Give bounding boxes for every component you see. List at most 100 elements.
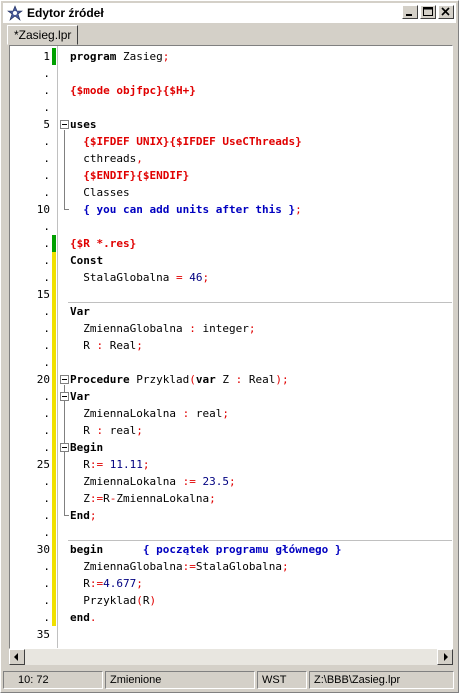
minimize-button[interactable] — [402, 5, 418, 19]
horizontal-scrollbar[interactable] — [9, 649, 453, 665]
unsaved-change-marker — [52, 507, 56, 524]
arrow-left-icon — [14, 653, 18, 661]
code-line[interactable]: Const — [70, 252, 103, 269]
scroll-right-button[interactable] — [437, 649, 453, 665]
code-line[interactable]: { you can add units after this }; — [70, 201, 302, 218]
status-bar: 10: 72 Zmienione WST Z:\BBB\Zasieg.lpr — [3, 671, 456, 691]
close-icon — [441, 7, 450, 16]
line-number: . — [43, 594, 50, 607]
tab-zasieg-lpr[interactable]: *Zasieg.lpr — [7, 25, 79, 45]
line-number: . — [43, 220, 50, 233]
line-number: . — [43, 271, 50, 284]
unsaved-change-marker — [52, 354, 56, 371]
unsaved-change-marker — [52, 575, 56, 592]
line-number: . — [43, 509, 50, 522]
code-line[interactable]: Przyklad(R) — [70, 592, 156, 609]
line-number-gutter[interactable]: 1... 5.... 10.... 15.... 20.... 25.... 30.... 3… — [10, 46, 58, 648]
unsaved-change-marker — [52, 490, 56, 507]
close-button[interactable] — [438, 5, 454, 19]
fold-toggle-icon[interactable] — [60, 443, 69, 452]
file-path: Z:\BBB\Zasieg.lpr — [309, 671, 454, 689]
line-number: 15 — [36, 288, 50, 301]
code-line[interactable]: R : real; — [70, 422, 143, 439]
code-line[interactable]: Procedure Przyklad(var Z : Real); — [70, 371, 289, 388]
code-line[interactable]: {$R *.res} — [70, 235, 136, 252]
unsaved-change-marker — [52, 541, 56, 558]
minimize-icon — [406, 14, 412, 16]
code-editor[interactable]: 1... 5.... 10.... 15.... 20.... 25.... 30.... 3… — [9, 45, 453, 649]
scroll-left-button[interactable] — [9, 649, 25, 665]
cursor-position: 10: 72 — [3, 671, 103, 689]
code-line[interactable]: begin { początek programu głównego } — [70, 541, 342, 558]
saved-change-marker — [52, 235, 56, 252]
line-number: . — [43, 356, 50, 369]
tab-strip: *Zasieg.lpr — [3, 23, 456, 45]
line-number: 25 — [36, 458, 50, 471]
line-number: 35 — [36, 628, 50, 641]
code-line[interactable]: Var — [70, 303, 90, 320]
code-line[interactable]: Begin — [70, 439, 103, 456]
line-number: . — [43, 611, 50, 624]
unsaved-change-marker — [52, 456, 56, 473]
fold-range-end — [64, 515, 69, 516]
unsaved-change-marker — [52, 371, 56, 388]
code-line[interactable]: program Zasieg; — [70, 48, 169, 65]
unsaved-change-marker — [52, 558, 56, 575]
line-number: . — [43, 560, 50, 573]
code-line[interactable]: Z:=R-ZmiennaLokalna; — [70, 490, 215, 507]
saved-change-marker — [52, 48, 56, 65]
line-number: . — [43, 407, 50, 420]
unsaved-change-marker — [52, 303, 56, 320]
gutter-separator — [57, 46, 58, 648]
code-line[interactable]: ZmiennaLokalna : real; — [70, 405, 229, 422]
window-title: Edytor źródeł — [27, 6, 104, 20]
fold-range-end — [64, 209, 69, 210]
line-number: . — [43, 101, 50, 114]
code-line[interactable]: {$mode objfpc}{$H+} — [70, 82, 196, 99]
code-line[interactable]: R:= 11.11; — [70, 456, 149, 473]
title-bar[interactable]: Edytor źródeł — [3, 3, 456, 23]
code-line[interactable]: StalaGlobalna = 46; — [70, 269, 209, 286]
line-number: . — [43, 577, 50, 590]
line-number: . — [43, 475, 50, 488]
unsaved-change-marker — [52, 388, 56, 405]
line-number: . — [43, 135, 50, 148]
fold-toggle-icon[interactable] — [60, 375, 69, 384]
fold-toggle-icon[interactable] — [60, 120, 69, 129]
fold-range-line — [64, 130, 65, 209]
code-line[interactable]: cthreads, — [70, 150, 143, 167]
code-line[interactable]: End; — [70, 507, 97, 524]
line-number: . — [43, 152, 50, 165]
code-line[interactable]: {$ENDIF}{$ENDIF} — [70, 167, 189, 184]
code-line[interactable]: R:=4.677; — [70, 575, 143, 592]
code-area[interactable]: program Zasieg; {$mode objfpc}{$H+} uses {… — [70, 46, 452, 648]
line-number: . — [43, 305, 50, 318]
unsaved-change-marker — [52, 337, 56, 354]
line-number: . — [43, 169, 50, 182]
lazarus-app-icon — [7, 5, 23, 21]
code-line[interactable]: ZmiennaGlobalna : integer; — [70, 320, 255, 337]
section-divider — [68, 302, 452, 303]
code-line[interactable]: R : Real; — [70, 337, 143, 354]
unsaved-change-marker — [52, 269, 56, 286]
code-line[interactable]: Var — [70, 388, 90, 405]
line-number: . — [43, 254, 50, 267]
code-line[interactable]: Classes — [70, 184, 129, 201]
maximize-button[interactable] — [420, 5, 436, 19]
code-line[interactable]: end. — [70, 609, 97, 626]
section-divider — [68, 540, 452, 541]
unsaved-change-marker — [52, 592, 56, 609]
code-line[interactable]: {$IFDEF UNIX}{$IFDEF UseCThreads} — [70, 133, 302, 150]
unsaved-change-marker — [52, 422, 56, 439]
line-number: . — [43, 424, 50, 437]
line-number: 1 — [43, 50, 50, 63]
tab-label: *Zasieg.lpr — [14, 28, 72, 42]
maximize-icon — [423, 7, 433, 16]
code-line[interactable]: ZmiennaLokalna := 23.5; — [70, 473, 235, 490]
line-number: . — [43, 526, 50, 539]
line-number: . — [43, 441, 50, 454]
fold-toggle-icon[interactable] — [60, 392, 69, 401]
code-line[interactable]: ZmiennaGlobalna:=StalaGlobalna; — [70, 558, 288, 575]
line-number: 30 — [36, 543, 50, 556]
code-line[interactable]: uses — [70, 116, 97, 133]
